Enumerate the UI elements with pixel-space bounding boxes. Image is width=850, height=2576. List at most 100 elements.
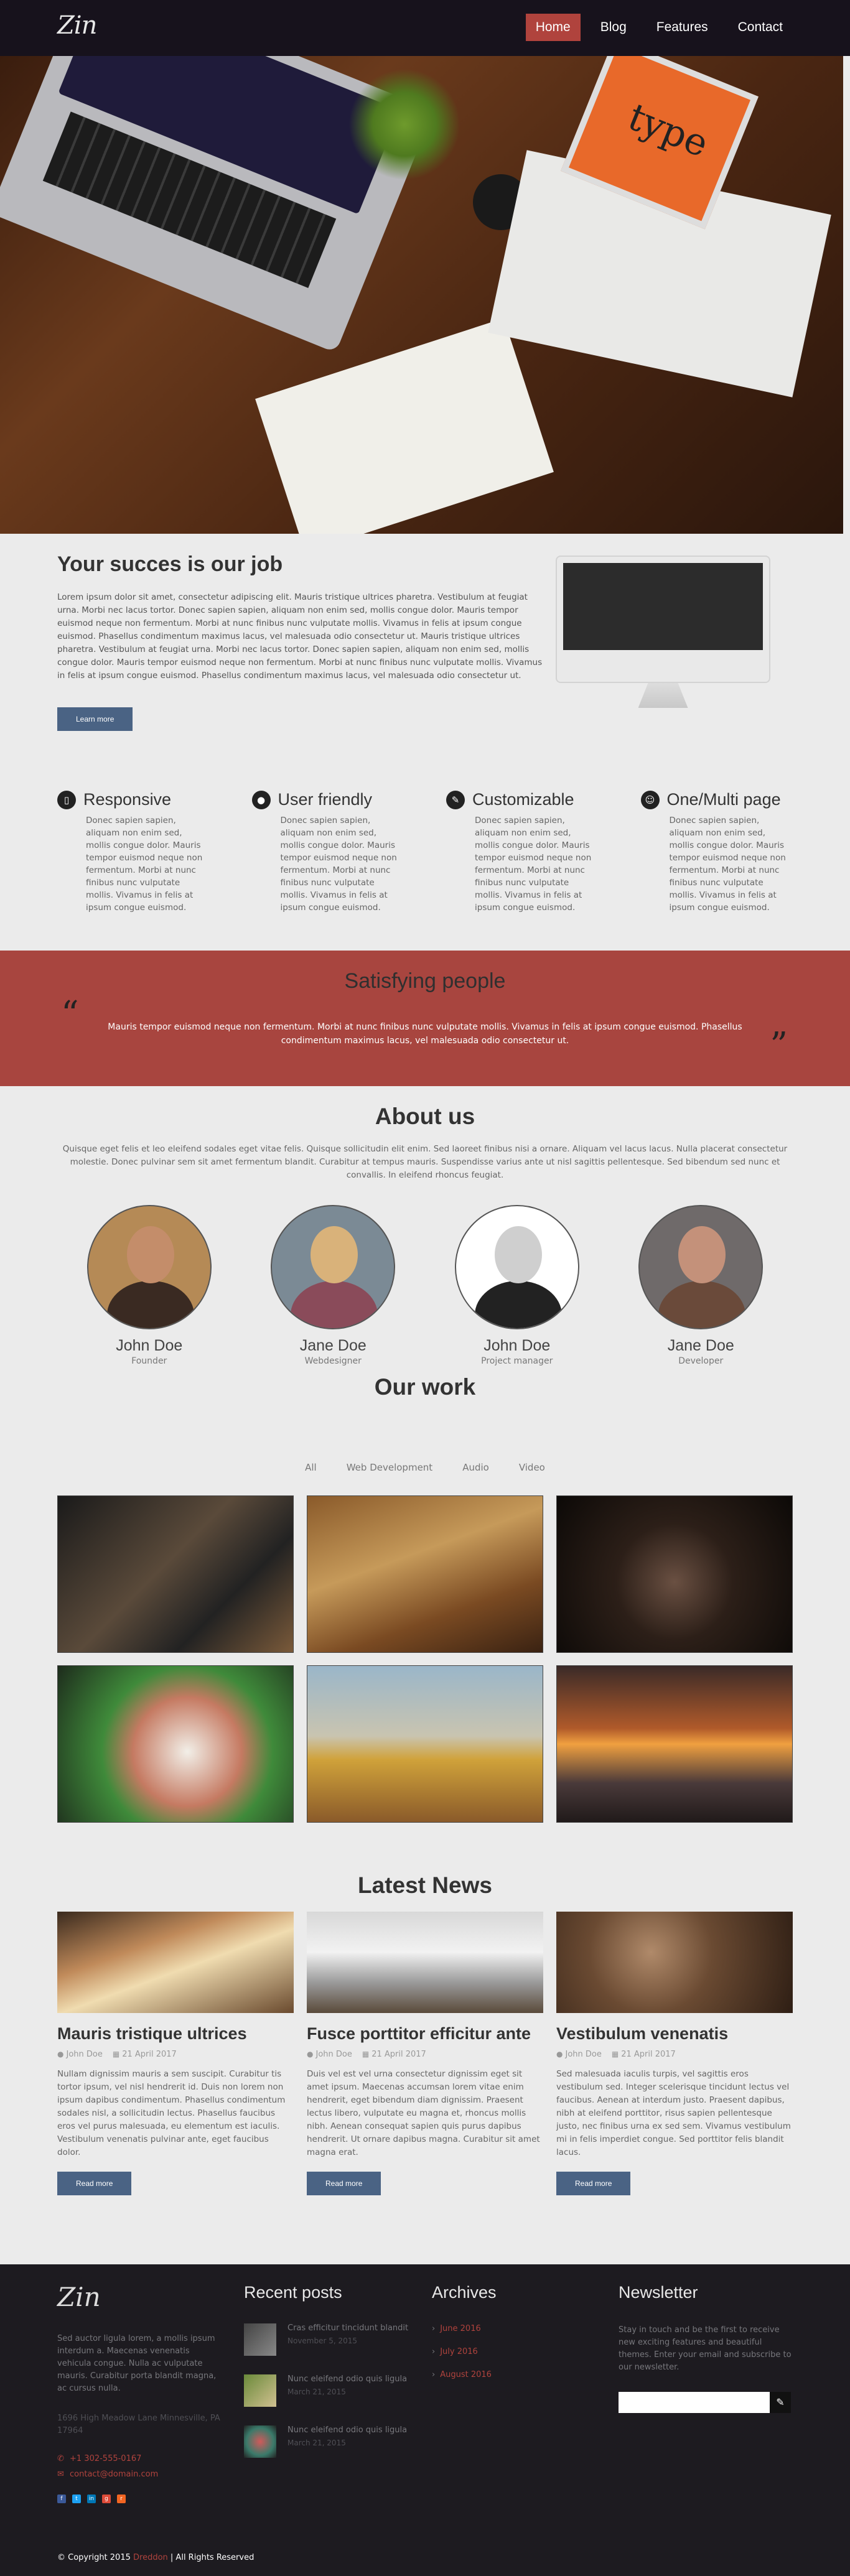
- news-list: Mauris tristique ultrices ● John Doe ▦ 21 Ap…: [57, 1912, 793, 2195]
- post-author-text: John Doe: [66, 2050, 103, 2059]
- copyright-prefix: © Copyright 2015: [57, 2553, 131, 2562]
- recent-post[interactable]: Nunc eleifend odio quis ligula March 21, …: [244, 2374, 418, 2407]
- archive-link[interactable]: July 2016: [432, 2347, 492, 2356]
- feature-text: Donec sapien sapien, aliquam non enim se…: [475, 816, 592, 913]
- testimonial-text: Mauris tempor euismod neque non fermentu…: [108, 1022, 742, 1046]
- kitchen-image[interactable]: [307, 1495, 543, 1653]
- news-post: Mauris tristique ultrices ● John Doe ▦ 21 Ap…: [57, 1912, 294, 2195]
- filter-all[interactable]: All: [290, 1462, 332, 1473]
- type-book-text: type: [622, 95, 715, 167]
- camera-lens-image[interactable]: [57, 1495, 294, 1653]
- calendar-icon: ▦: [611, 2050, 619, 2058]
- recent-post-info: Nunc eleifend odio quis ligula March 21, …: [287, 2425, 407, 2458]
- pencil-icon: ✎: [776, 2397, 785, 2408]
- notebook-shape: [255, 318, 554, 534]
- features-row: ▯ Responsive Donec sapien sapien, aliquam …: [57, 790, 792, 914]
- archive-link[interactable]: June 2016: [432, 2324, 492, 2333]
- copyright-brand-link[interactable]: Dreddon: [133, 2553, 168, 2562]
- filter-audio[interactable]: Audio: [447, 1462, 504, 1473]
- learn-more-button[interactable]: Learn more: [57, 707, 133, 731]
- newsletter-email-input[interactable]: [619, 2392, 770, 2413]
- mobile-icon: ▯: [57, 790, 76, 809]
- read-more-button[interactable]: Read more: [556, 2172, 631, 2195]
- social-links: f t in g r: [57, 2495, 126, 2503]
- linkedin-icon[interactable]: in: [87, 2495, 96, 2503]
- nav-home[interactable]: Home: [525, 14, 581, 41]
- member-name: Jane Doe: [299, 1337, 367, 1354]
- quote-close-icon: ”: [770, 1025, 788, 1066]
- footer-email[interactable]: ✉ contact@domain.com: [57, 2470, 158, 2479]
- food-plate-image[interactable]: [57, 1665, 294, 1823]
- recent-post-title: Cras efficitur tincidunt blandit: [287, 2323, 409, 2333]
- footer-phone[interactable]: ✆ +1 302-555-0167: [57, 2454, 141, 2463]
- newsletter-submit-button[interactable]: ✎: [770, 2392, 791, 2413]
- post-image[interactable]: [57, 1912, 294, 2013]
- twitter-icon[interactable]: t: [72, 2495, 81, 2503]
- avatar-head: [494, 1226, 542, 1283]
- calendar-icon: ▦: [362, 2050, 370, 2058]
- user-icon: ●: [556, 2050, 563, 2058]
- post-title[interactable]: Fusce porttitor efficitur ante: [307, 2024, 543, 2044]
- nav-contact[interactable]: Contact: [728, 14, 793, 41]
- site-logo[interactable]: Zin: [57, 11, 97, 40]
- portfolio-gallery: [57, 1495, 793, 1823]
- team-member: Jane Doe Webdesigner: [241, 1205, 426, 1366]
- filter-web-development[interactable]: Web Development: [332, 1462, 447, 1473]
- post-image[interactable]: [307, 1912, 543, 2013]
- filter-video[interactable]: Video: [504, 1462, 560, 1473]
- bulldozer-image[interactable]: [307, 1665, 543, 1823]
- recent-post-date: March 21, 2015: [287, 2439, 346, 2447]
- member-name: Jane Doe: [667, 1337, 734, 1354]
- footer-logo[interactable]: Zin: [57, 2282, 101, 2312]
- feature-head: ✎ Customizable: [446, 790, 597, 809]
- feature-text: Donec sapien sapien, aliquam non enim se…: [280, 816, 397, 913]
- feature-title: One/Multi page: [666, 790, 781, 809]
- news-post: Vestibulum venenatis ● John Doe ▦ 21 April 2…: [556, 1912, 793, 2195]
- post-image[interactable]: [556, 1912, 793, 2013]
- about-text: Quisque eget felis et leo eleifend sodal…: [62, 1144, 788, 1180]
- sunset-beach-image[interactable]: [556, 1665, 793, 1823]
- facebook-icon[interactable]: f: [57, 2495, 66, 2503]
- rss-icon[interactable]: r: [117, 2495, 126, 2503]
- archive-link[interactable]: August 2016: [432, 2370, 492, 2379]
- footer: Zin Sed auctor ligula lorem, a mollis ip…: [0, 2264, 850, 2576]
- post-author-text: John Doe: [315, 2050, 352, 2059]
- coffee-grinder-image[interactable]: [556, 1495, 793, 1653]
- member-role: Webdesigner: [304, 1356, 362, 1366]
- post-title[interactable]: Mauris tristique ultrices: [57, 2024, 294, 2044]
- recent-post-thumb: [244, 2425, 276, 2458]
- user-icon: ●: [307, 2050, 314, 2058]
- page-icon: ☺: [640, 790, 660, 809]
- feature-item: ☺ One/Multi page Donec sapien sapien, aliq…: [640, 790, 792, 914]
- work-title: Our work: [374, 1374, 476, 1400]
- post-date: ▦ 21 April 2017: [612, 2050, 676, 2059]
- post-meta: ● John Doe ▦ 21 April 2017: [57, 2050, 294, 2059]
- brush-icon: ✎: [446, 790, 465, 809]
- avatar-head: [126, 1226, 174, 1283]
- read-more-button[interactable]: Read more: [57, 2172, 132, 2195]
- recent-post[interactable]: Nunc eleifend odio quis ligula March 21, …: [244, 2425, 418, 2458]
- post-text: Duis vel est vel urna consectetur dignis…: [307, 2069, 540, 2157]
- footer-email-text: contact@domain.com: [70, 2470, 159, 2479]
- avatar: [86, 1205, 212, 1329]
- recent-post[interactable]: Cras efficitur tincidunt blandit November…: [244, 2323, 418, 2356]
- footer-address: 1696 High Meadow Lane Minnesville, PA 17…: [57, 2414, 220, 2435]
- avatar: [638, 1205, 764, 1329]
- read-more-button[interactable]: Read more: [307, 2172, 381, 2195]
- archives-list: June 2016 July 2016 August 2016: [432, 2324, 492, 2393]
- intro-title: Your succes is our job: [57, 552, 283, 576]
- post-text: Nullam dignissim mauris a sem suscipit. …: [57, 2069, 286, 2157]
- main-menu: Home Blog Features Contact: [525, 14, 793, 41]
- portfolio-filters: All Web Development Audio Video: [0, 1462, 850, 1473]
- newsletter-text: Stay in touch and be the first to receiv…: [619, 2325, 792, 2372]
- testimonial-title: Satisfying people: [344, 969, 506, 993]
- nav-features[interactable]: Features: [647, 14, 718, 41]
- post-title[interactable]: Vestibulum venenatis: [556, 2024, 793, 2044]
- post-author: ● John Doe: [556, 2050, 602, 2059]
- google-plus-icon[interactable]: g: [102, 2495, 111, 2503]
- feature-head: ☺ One/Multi page: [640, 790, 792, 809]
- archives-title: Archives: [432, 2283, 497, 2302]
- footer-phone-text: +1 302-555-0167: [70, 2454, 142, 2463]
- nav-blog[interactable]: Blog: [591, 14, 637, 41]
- plant-shape: [348, 68, 460, 180]
